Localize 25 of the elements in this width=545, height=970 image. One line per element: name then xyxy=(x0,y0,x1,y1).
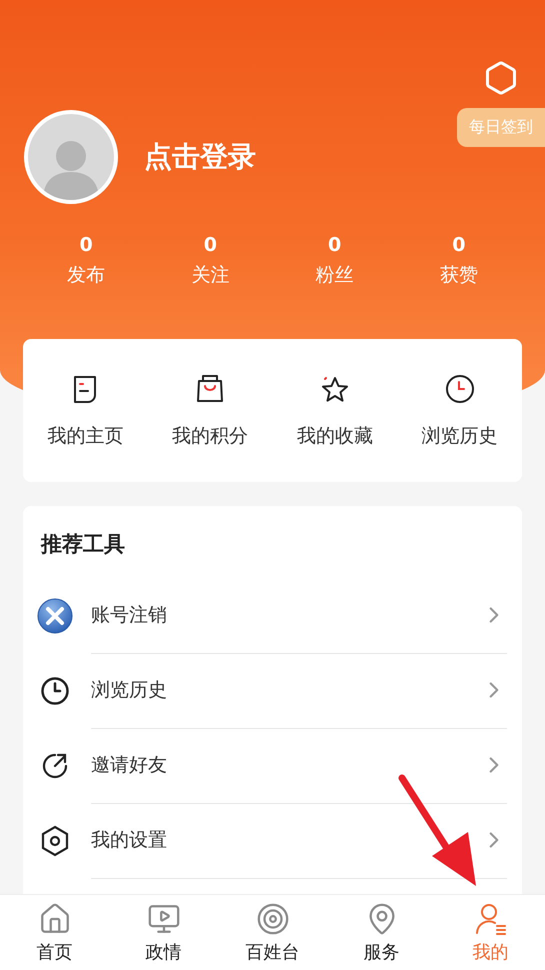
stat-value: 0 xyxy=(452,234,466,256)
arrow-icon xyxy=(396,774,478,888)
tab[interactable]: 政情 xyxy=(109,895,218,970)
tool-label[interactable]: 浏览历史 xyxy=(91,677,167,703)
shortcut-label[interactable]: 我的收藏 xyxy=(296,422,373,448)
target-icon xyxy=(256,902,290,936)
tool-label[interactable]: 账号注销 xyxy=(91,602,167,628)
user-icon xyxy=(474,902,508,936)
stat-value: 0 xyxy=(204,234,217,256)
settings-icon xyxy=(40,824,70,856)
tab[interactable]: 服务 xyxy=(327,895,436,970)
stat-value: 0 xyxy=(80,234,93,256)
section-title: 推荐工具 xyxy=(40,531,126,558)
tab[interactable]: 首页 xyxy=(0,895,109,970)
tool-label[interactable]: 我的设置 xyxy=(91,827,167,853)
stat-value: 0 xyxy=(328,234,342,256)
shortcut-label[interactable]: 我的积分 xyxy=(172,422,248,448)
settings-icon[interactable] xyxy=(483,60,519,96)
shortcut-label[interactable]: 浏览历史 xyxy=(422,422,498,448)
shortcut-label[interactable]: 我的主页 xyxy=(47,422,124,448)
tool-label[interactable]: 邀请好友 xyxy=(91,752,167,778)
cancel-icon xyxy=(37,598,73,634)
clock-icon xyxy=(444,372,476,404)
tab[interactable]: 百姓台 xyxy=(218,895,327,970)
clock-icon xyxy=(40,676,70,706)
